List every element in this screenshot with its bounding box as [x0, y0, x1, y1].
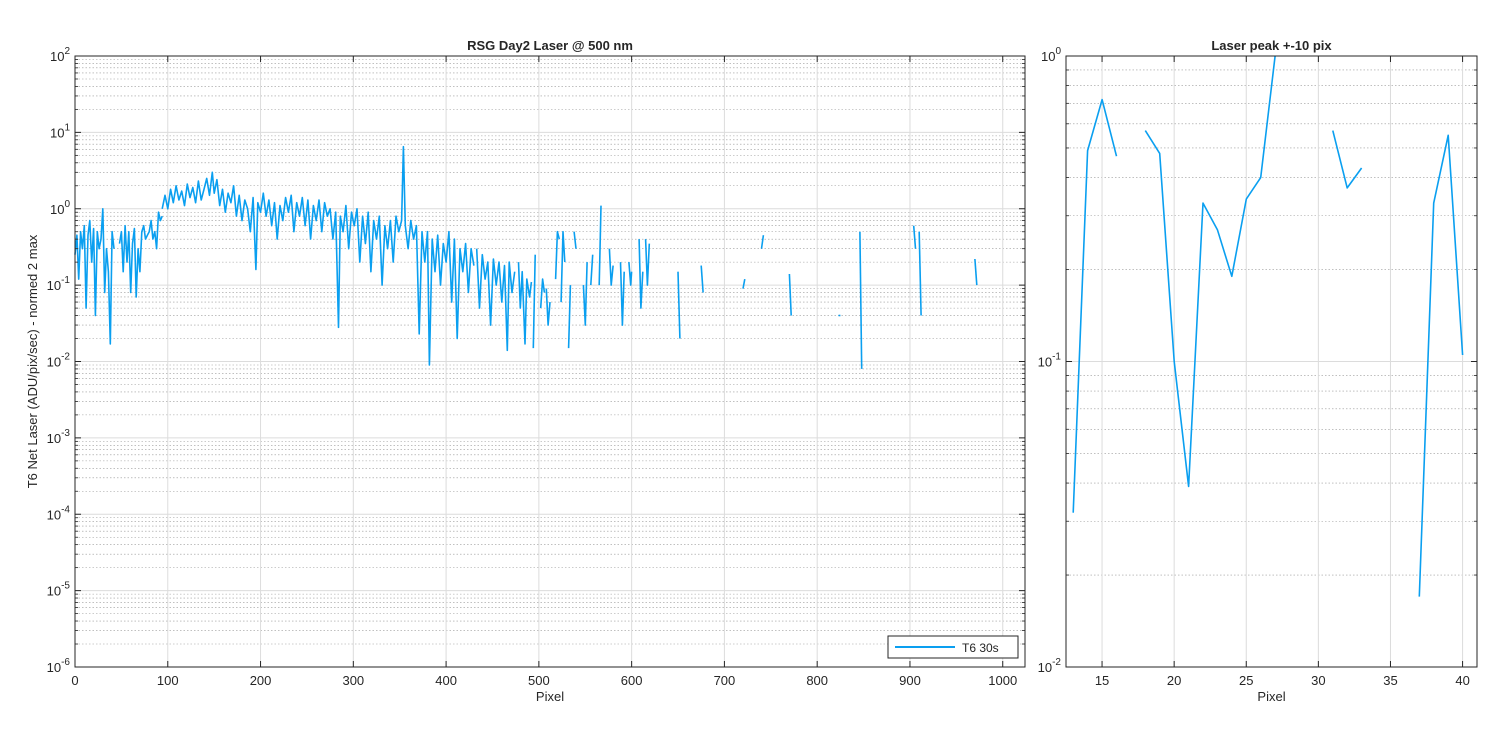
x-tick-label: 500 [528, 673, 550, 688]
y-tick-label: 10-3 [47, 428, 71, 446]
x-tick-label: 800 [806, 673, 828, 688]
x-tick-label: 25 [1239, 673, 1253, 688]
y-tick-label: 10-1 [47, 275, 71, 293]
x-tick-label: 300 [342, 673, 364, 688]
x-tick-label: 0 [71, 673, 78, 688]
y-tick-label: 10-4 [47, 504, 71, 522]
y-axis-label: T6 Net Laser (ADU/pix/sec) - normed 2 ma… [25, 234, 40, 488]
chart-title: RSG Day2 Laser @ 500 nm [467, 38, 633, 53]
y-tick-label: 10-2 [47, 352, 71, 370]
x-tick-label: 15 [1095, 673, 1109, 688]
x-tick-label: 1000 [988, 673, 1017, 688]
y-tick-label: 10-6 [47, 657, 71, 675]
x-tick-label: 600 [621, 673, 643, 688]
legend-label: T6 30s [962, 641, 999, 655]
y-tick-label: 102 [50, 46, 70, 64]
x-tick-label: 30 [1311, 673, 1325, 688]
y-tick-label: 10-5 [47, 581, 71, 599]
x-axis-label: Pixel [536, 689, 564, 704]
x-tick-labels: 0 100 200 300 400 500 600 700 800 900 1000 [71, 673, 1017, 688]
y-tick-label: 10-1 [1038, 352, 1062, 370]
y-tick-label: 100 [1041, 46, 1061, 64]
x-tick-label: 35 [1383, 673, 1397, 688]
x-tick-label: 400 [435, 673, 457, 688]
y-tick-label: 101 [50, 122, 70, 140]
x-tick-label: 40 [1455, 673, 1469, 688]
y-tick-label: 100 [50, 199, 70, 217]
chart-spectrum: 0 100 200 300 400 500 600 700 800 900 1000 1021011… [25, 38, 1026, 704]
x-tick-labels: 15 20 25 30 35 40 [1095, 673, 1470, 688]
chart-laser-peak: 15 20 25 30 35 40 100 10-1 10-2 Laser peak +-10… [1038, 38, 1478, 704]
y-tick-labels: 100 10-1 10-2 [1038, 46, 1062, 675]
x-tick-label: 900 [899, 673, 921, 688]
x-tick-label: 700 [714, 673, 736, 688]
chart-title: Laser peak +-10 pix [1211, 38, 1332, 53]
figure: 0 100 200 300 400 500 600 700 800 900 1000 1021011… [25, 38, 1478, 704]
x-tick-label: 200 [250, 673, 272, 688]
x-axis-label: Pixel [1257, 689, 1285, 704]
x-tick-label: 20 [1167, 673, 1181, 688]
legend: T6 30s [887, 635, 1019, 659]
x-tick-label: 100 [157, 673, 179, 688]
y-tick-labels: 102 101 100 10-1 10-2 10-3 10-4 10-5 10-6 [47, 46, 71, 675]
y-tick-label: 10-2 [1038, 657, 1062, 675]
